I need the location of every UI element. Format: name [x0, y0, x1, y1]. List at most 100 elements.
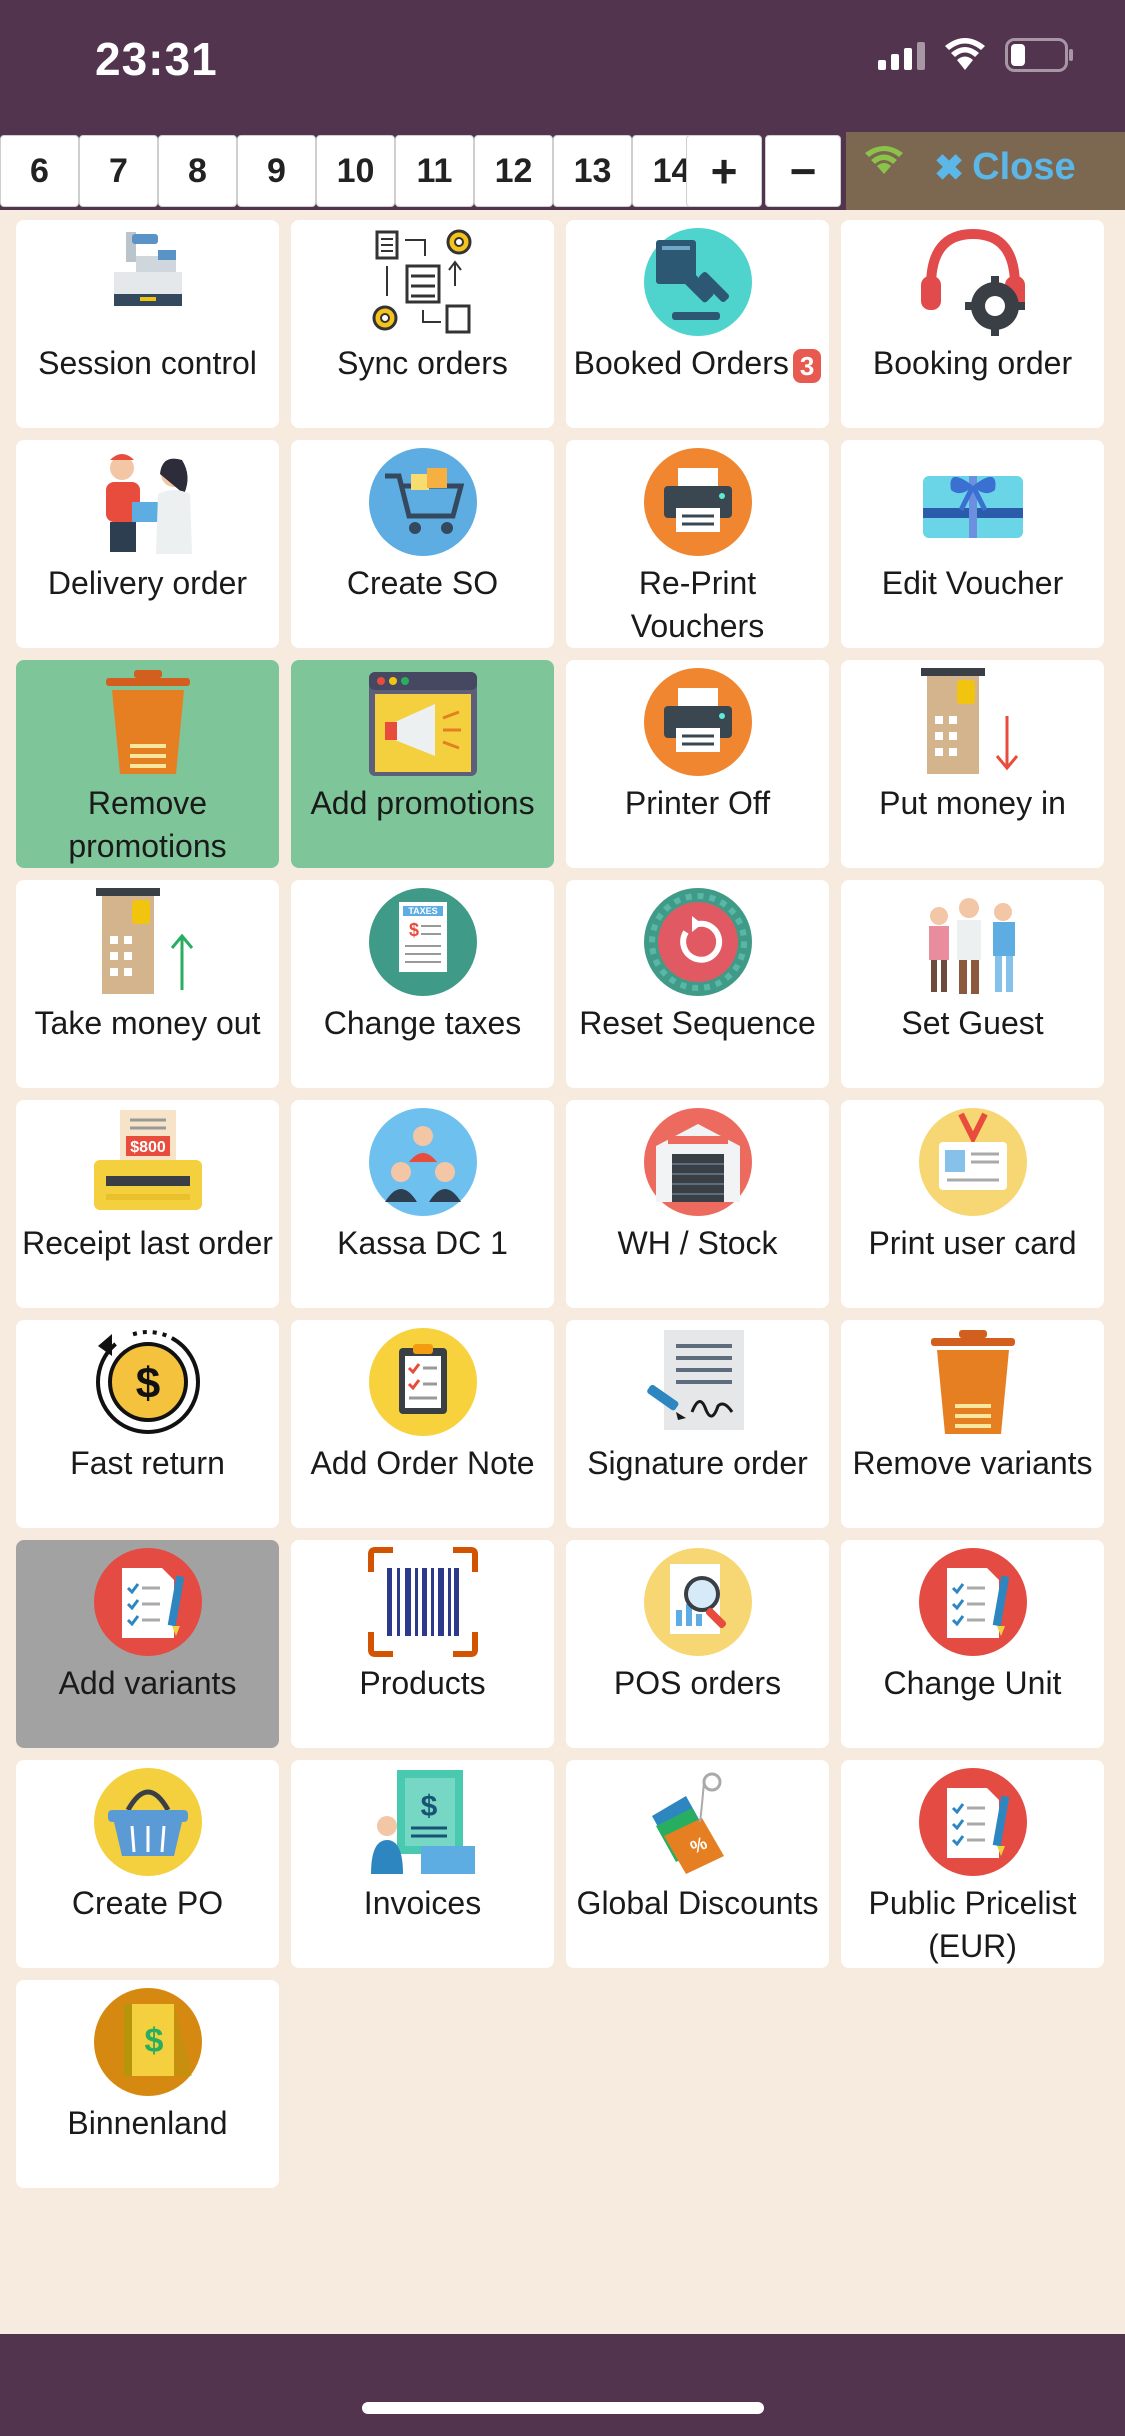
tile-fast-return[interactable]: $ Fast return — [16, 1320, 279, 1528]
tile-label-text: Re-Print Vouchers — [630, 565, 765, 644]
table-number-button[interactable]: 9 — [237, 135, 316, 207]
tile-binnenland[interactable]: $ Binnenland — [16, 1980, 279, 2188]
tile-label-text: Add Order Note — [310, 1445, 535, 1481]
tile-label: Add Order Note — [306, 1442, 538, 1485]
tile-take-money-out[interactable]: Take money out — [16, 880, 279, 1088]
tile-reset-sequence[interactable]: Reset Sequence — [566, 880, 829, 1088]
tile-invoices[interactable]: $ Invoices — [291, 1760, 554, 1968]
tile-public-pricelist-eur[interactable]: Public Pricelist (EUR) — [841, 1760, 1104, 1968]
tile-sync-orders[interactable]: Sync orders — [291, 220, 554, 428]
checklist-icon — [917, 1546, 1029, 1658]
tile-global-discounts[interactable]: % Global Discounts — [566, 1760, 829, 1968]
tile-remove-variants[interactable]: Remove variants — [841, 1320, 1104, 1528]
tile-re-print-vouchers[interactable]: Re-Print Vouchers — [566, 440, 829, 648]
checklist-icon — [917, 1766, 1029, 1878]
shopping-basket-icon — [92, 1766, 204, 1878]
svg-text:$: $ — [409, 920, 419, 940]
table-number-button[interactable]: 11 — [395, 135, 474, 207]
cashiers-icon — [367, 1106, 479, 1218]
shopping-cart-icon — [367, 446, 479, 558]
tile-label: Change Unit — [880, 1662, 1066, 1705]
tile-wh-stock[interactable]: WH / Stock — [566, 1100, 829, 1308]
tile-receipt-last-order[interactable]: $800 Receipt last order — [16, 1100, 279, 1308]
close-button[interactable]: ✖ Close — [934, 146, 1076, 189]
printer-icon — [642, 446, 754, 558]
home-indicator[interactable] — [362, 2402, 764, 2414]
tile-label-text: Print user card — [868, 1225, 1077, 1261]
minus-button[interactable]: − — [765, 135, 841, 207]
tile-delivery-order[interactable]: Delivery order — [16, 440, 279, 648]
table-number-button[interactable]: 8 — [158, 135, 237, 207]
tile-label: Binnenland — [63, 2102, 231, 2145]
tile-add-variants[interactable]: Add variants — [16, 1540, 279, 1748]
dollar-return-icon: $ — [92, 1326, 204, 1438]
tile-signature-order[interactable]: Signature order — [566, 1320, 829, 1528]
tile-products[interactable]: Products — [291, 1540, 554, 1748]
tile-put-money-in[interactable]: Put money in — [841, 660, 1104, 868]
tile-add-order-note[interactable]: Add Order Note — [291, 1320, 554, 1528]
tile-label: WH / Stock — [613, 1222, 781, 1265]
tile-change-taxes[interactable]: TAXES $ Change taxes — [291, 880, 554, 1088]
table-number-button[interactable]: 10 — [316, 135, 395, 207]
bottom-bar — [0, 2334, 1125, 2436]
tile-label-text: Printer Off — [624, 785, 771, 821]
tile-label: Public Pricelist (EUR) — [841, 1882, 1104, 1968]
tile-change-unit[interactable]: Change Unit — [841, 1540, 1104, 1748]
connection-wifi-icon — [865, 146, 903, 174]
tile-label: Edit Voucher — [878, 562, 1067, 605]
tile-label: Booked Orders 3 — [570, 342, 826, 385]
invoice-person-icon: $ — [367, 1766, 479, 1878]
tile-add-promotions[interactable]: Add promotions — [291, 660, 554, 868]
status-time: 23:31 — [95, 33, 218, 85]
table-number-button[interactable]: 12 — [474, 135, 553, 207]
tile-kassa-dc-1[interactable]: Kassa DC 1 — [291, 1100, 554, 1308]
tile-pos-orders[interactable]: POS orders — [566, 1540, 829, 1748]
close-area: ✖ Close — [846, 132, 1125, 210]
tile-label-text: Change Unit — [883, 1665, 1062, 1701]
tile-label: Receipt last order — [18, 1222, 277, 1265]
tile-label: Sync orders — [333, 342, 512, 385]
table-number-button[interactable]: 13 — [553, 135, 632, 207]
table-number-button[interactable]: 7 — [79, 135, 158, 207]
tile-label: Add variants — [55, 1662, 241, 1705]
tile-booking-order[interactable]: Booking order — [841, 220, 1104, 428]
tile-label-text: Products — [359, 1665, 486, 1701]
trash-bin-icon — [92, 666, 204, 778]
gift-card-icon — [917, 446, 1029, 558]
status-bar: 23:31 — [0, 0, 1125, 132]
tile-edit-voucher[interactable]: Edit Voucher — [841, 440, 1104, 648]
tile-label-text: Create PO — [71, 1885, 224, 1921]
tile-print-user-card[interactable]: Print user card — [841, 1100, 1104, 1308]
wifi-icon — [945, 38, 985, 70]
table-number-button[interactable]: 6 — [0, 135, 79, 207]
tile-label: Printer Off — [621, 782, 774, 825]
tile-booked-orders[interactable]: Booked Orders 3 — [566, 220, 829, 428]
tile-label: Delivery order — [44, 562, 251, 605]
tile-label-text: Change taxes — [323, 1005, 522, 1041]
tile-remove-promotions[interactable]: Remove promotions — [16, 660, 279, 868]
pricebook-icon: $ — [92, 1986, 204, 2098]
tile-printer-off[interactable]: Printer Off — [566, 660, 829, 868]
taxes-document-icon: TAXES $ — [367, 886, 479, 998]
tile-label: POS orders — [610, 1662, 785, 1705]
tile-label-text: Booking order — [872, 345, 1073, 381]
table-number-button[interactable]: 14 — [632, 135, 690, 207]
tile-label: Re-Print Vouchers — [566, 562, 829, 648]
tile-label-text: Receipt last order — [22, 1225, 273, 1261]
tile-label-text: Remove promotions — [68, 785, 227, 864]
plus-button[interactable]: + — [686, 135, 762, 207]
tile-set-guest[interactable]: Set Guest — [841, 880, 1104, 1088]
tile-create-po[interactable]: Create PO — [16, 1760, 279, 1968]
tile-label-text: Edit Voucher — [881, 565, 1064, 601]
tile-label-text: Add promotions — [310, 785, 535, 821]
cellular-signal-icon — [878, 40, 925, 70]
tile-session-control[interactable]: Session control — [16, 220, 279, 428]
tile-label: Create PO — [68, 1882, 227, 1925]
tile-label-text: Signature order — [587, 1445, 808, 1481]
id-badge-icon — [917, 1106, 1029, 1218]
tile-label-text: Global Discounts — [576, 1885, 819, 1921]
book-gavel-icon — [642, 226, 754, 338]
tile-label: Set Guest — [897, 1002, 1047, 1045]
tile-label: Kassa DC 1 — [333, 1222, 512, 1265]
tile-create-so[interactable]: Create SO — [291, 440, 554, 648]
